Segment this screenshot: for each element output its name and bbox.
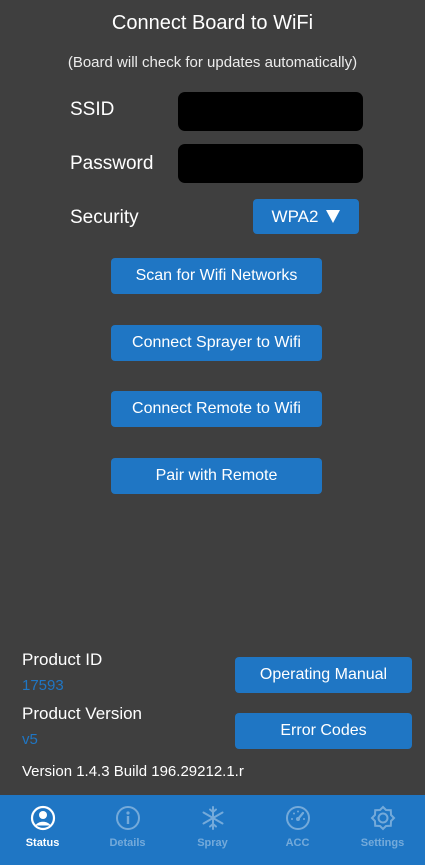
tab-acc[interactable]: ACC [255,795,340,865]
connect-remote-button[interactable]: Connect Remote to Wifi [111,391,322,427]
tab-status[interactable]: Status [0,795,85,865]
tab-label: Details [109,837,146,849]
tab-details[interactable]: Details [85,795,170,865]
product-version-value: v5 [22,731,38,748]
page-subtitle: (Board will check for updates automatica… [67,54,358,71]
triangle-down-icon [326,210,341,223]
tab-label: Spray [197,837,228,849]
tab-settings[interactable]: Settings [340,795,425,865]
product-id-value: 17593 [22,677,64,694]
tab-spray[interactable]: Spray [170,795,255,865]
person-circle-icon [30,805,55,831]
tab-label: Settings [360,837,405,849]
app-version-text: Version 1.4.3 Build 196.29212.1.r [22,763,244,780]
security-selected-value: WPA2 [271,206,319,226]
scan-wifi-button[interactable]: Scan for Wifi Networks [111,258,322,294]
security-label: Security [70,207,139,228]
security-dropdown[interactable]: WPA2 [253,199,359,234]
speedometer-icon [285,806,310,830]
tab-bar: Status Details Spray ACC Settings [0,795,425,865]
password-field[interactable] [178,144,363,183]
connect-sprayer-button[interactable]: Connect Sprayer to Wifi [111,325,322,361]
operating-manual-button[interactable]: Operating Manual [235,657,412,693]
tab-label: ACC [285,837,310,849]
error-codes-button[interactable]: Error Codes [235,713,412,749]
product-version-label: Product Version [22,704,143,723]
product-id-label: Product ID [22,650,103,669]
ssid-label: SSID [70,99,115,120]
ssid-field[interactable] [178,92,363,131]
pair-remote-button[interactable]: Pair with Remote [111,458,322,494]
password-label: Password [70,153,154,174]
info-circle-icon [115,806,140,830]
tab-label: Status [25,837,60,849]
snowflake-icon [202,806,223,830]
page-title: Connect Board to WiFi [111,12,314,34]
gear-icon [370,805,395,831]
